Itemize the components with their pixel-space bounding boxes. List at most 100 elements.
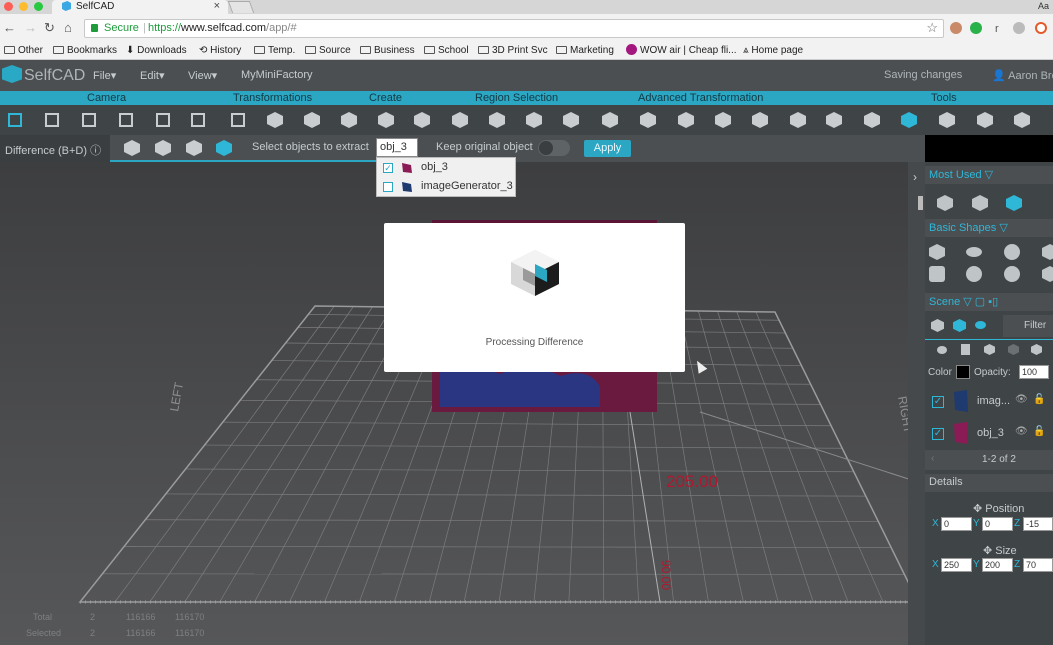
taper-icon[interactable] [751,111,769,129]
image-generator-mesh[interactable] [440,367,600,407]
cube-shape-icon[interactable] [929,244,945,260]
bookmark-home-page[interactable]: ⩓ Home page [743,44,803,57]
bookmark-source[interactable]: Source [305,44,351,57]
lock-toggle-icon[interactable]: 🔓 [1033,394,1045,405]
close-tab-icon[interactable]: × [214,0,220,13]
size-x-input[interactable]: 250 [941,558,972,572]
bookmark-history[interactable]: ⟲ History [199,44,241,57]
forward-icon[interactable]: → [24,20,37,36]
extrusion-icon[interactable] [601,111,619,129]
difference-icon[interactable] [216,140,232,156]
most-used-header[interactable]: Most Used ▽ [925,166,1053,184]
bookmark-bookmarks[interactable]: Bookmarks [53,44,117,57]
solid-tool-icon[interactable] [863,111,881,129]
checkbox-unchecked-icon[interactable] [383,182,393,192]
bookmark-temp[interactable]: Temp. [254,44,295,57]
color-swatch[interactable] [956,365,970,379]
region-face-icon[interactable] [488,111,506,129]
fill-icon[interactable] [677,111,695,129]
basic-shapes-header[interactable]: Basic Shapes ▽ [925,219,1053,237]
size-z-input[interactable]: 70 [1023,558,1053,572]
bookmark-3d-print-svc[interactable]: 3D Print Svc [478,44,548,57]
visibility-toggle-icon[interactable]: 👁 [1015,394,1028,405]
camera-paste-icon[interactable] [189,111,207,129]
menu-myminifactory[interactable]: MyMiniFactory [241,69,313,81]
scale-tool-icon[interactable] [303,111,321,129]
camera-download-icon[interactable] [80,111,98,129]
info-icon[interactable]: ⓘ [90,145,101,157]
cone-tool-icon[interactable] [714,111,732,129]
position-x-input[interactable]: 0 [941,517,972,531]
extension-orange-icon[interactable] [1035,22,1047,34]
lock-column-icon[interactable] [961,344,970,355]
size-y-input[interactable]: 200 [982,558,1013,572]
position-z-input[interactable]: -15 [1023,517,1053,531]
create-generator-icon[interactable] [413,111,431,129]
camera-fit-icon[interactable] [154,111,172,129]
back-icon[interactable]: ← [3,20,16,36]
option-obj-3[interactable]: ✓ obj_3 [383,159,513,177]
sphere-shape-icon[interactable] [1004,244,1020,260]
browser-tab[interactable]: SelfCAD × [52,0,228,14]
object-checkbox-obj3[interactable]: ✓ [932,428,944,440]
object-checkbox-imagegenerator[interactable]: ✓ [932,396,944,408]
user-menu[interactable]: 👤 Aaron Bre [992,69,1053,82]
opacity-input[interactable]: 100 [1019,365,1049,379]
menu-file[interactable]: File▾ [93,69,116,82]
gear-shape-icon[interactable] [1042,266,1053,282]
object-name-imagegenerator[interactable]: imag... [977,395,1010,407]
sphere-tool-icon[interactable] [938,111,956,129]
extension-grey-icon[interactable] [1013,22,1025,34]
group-objects-icon[interactable] [931,319,944,332]
hide-all-icon[interactable] [953,319,966,332]
intersect-icon[interactable] [155,140,171,156]
position-y-input[interactable]: 0 [982,517,1013,531]
knot-shape-icon[interactable] [966,266,982,282]
hollow-tool-icon[interactable] [976,111,994,129]
bevel-icon[interactable] [789,111,807,129]
geosphere-shape-icon[interactable] [1004,266,1020,282]
bookmark-other[interactable]: Other [4,44,43,57]
union-icon[interactable] [124,140,140,156]
prev-page-icon[interactable]: ‹ [931,453,934,464]
bookmark-school[interactable]: School [424,44,469,57]
reload-icon[interactable]: ↻ [44,20,55,36]
move-tool-icon[interactable] [229,111,247,129]
extract-object-select[interactable]: obj_3 ▾ [376,138,418,166]
slice-tool-icon[interactable] [1013,111,1031,129]
wireframe-icon[interactable] [825,111,843,129]
create-shape-icon[interactable] [340,111,358,129]
bookmark-business[interactable]: Business [360,44,415,57]
region-object-icon[interactable] [562,111,580,129]
most-used-cube-icon[interactable] [937,195,953,211]
extension-r-icon[interactable]: r [995,21,999,37]
object-column-icon[interactable] [984,344,995,355]
option-imagegenerator-3[interactable]: imageGenerator_3 [383,178,513,196]
apply-button[interactable]: Apply [584,140,631,157]
camera-view-icon[interactable] [6,111,24,129]
visibility-eye-icon[interactable] [937,346,947,354]
scene-view-toggle-icon[interactable]: ▢ ▪▯ [975,296,998,308]
new-tab-button[interactable] [227,1,255,13]
url-input[interactable]: Secure | https://www.selfcad.com/app/# ☆ [84,19,944,38]
scene-header[interactable]: Scene ▽ ▢ ▪▯ [925,293,1053,311]
most-used-difference-icon[interactable] [1006,195,1022,211]
rotate-tool-icon[interactable] [266,111,284,129]
delete-column-icon[interactable] [1031,344,1042,355]
close-window-icon[interactable] [4,2,13,11]
camera-reset-icon[interactable] [117,111,135,129]
grammarly-icon[interactable] [970,22,982,34]
eye-icon[interactable] [975,321,986,329]
visibility-toggle-icon[interactable]: 👁 [1015,426,1028,437]
select-tool-icon[interactable] [43,111,61,129]
checkbox-checked-icon[interactable]: ✓ [383,163,393,173]
object-name-obj3[interactable]: obj_3 [977,427,1004,439]
chevron-right-icon[interactable]: › [913,170,917,184]
menu-view[interactable]: View▾ [188,69,217,82]
panel-collapse-strip[interactable]: › [908,162,925,645]
bookmark-star-icon[interactable]: ☆ [926,20,938,36]
home-icon[interactable]: ⌂ [64,20,72,36]
bookmark-downloads[interactable]: ⬇ Downloads [126,44,187,57]
maximize-window-icon[interactable] [34,2,43,11]
copy-column-icon[interactable] [1008,344,1019,355]
